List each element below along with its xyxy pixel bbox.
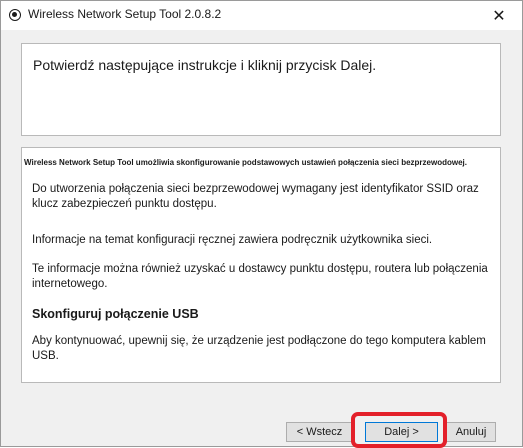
title-bar: Wireless Network Setup Tool 2.0.8.2 ✕ [1,1,522,30]
info-panel: Wireless Network Setup Tool umożliwia sk… [21,147,501,383]
instruction-text: Potwierdź następujące instrukcje i klikn… [33,57,377,73]
close-icon: ✕ [492,7,506,25]
setup-window: Wireless Network Setup Tool 2.0.8.2 ✕ Po… [0,0,523,448]
intro-bold-text: Wireless Network Setup Tool umożliwia sk… [24,158,467,167]
provider-paragraph: Te informacje można również uzyskać u do… [32,263,488,290]
next-button-highlight [351,412,447,448]
back-button[interactable]: < Wstecz [286,422,353,442]
close-button[interactable]: ✕ [476,1,522,30]
manual-paragraph: Informacje na temat konfiguracji ręcznej… [32,234,433,246]
usb-paragraph: Aby kontynuować, upewnij się, że urządze… [32,335,486,362]
app-icon [9,9,21,21]
window-title: Wireless Network Setup Tool 2.0.8.2 [28,7,222,21]
cancel-button[interactable]: Anuluj [446,422,496,442]
usb-heading: Skonfiguruj połączenie USB [32,307,199,321]
ssid-paragraph: Do utworzenia połączenia sieci bezprzewo… [32,183,479,210]
instruction-panel: Potwierdź następujące instrukcje i klikn… [21,43,501,136]
